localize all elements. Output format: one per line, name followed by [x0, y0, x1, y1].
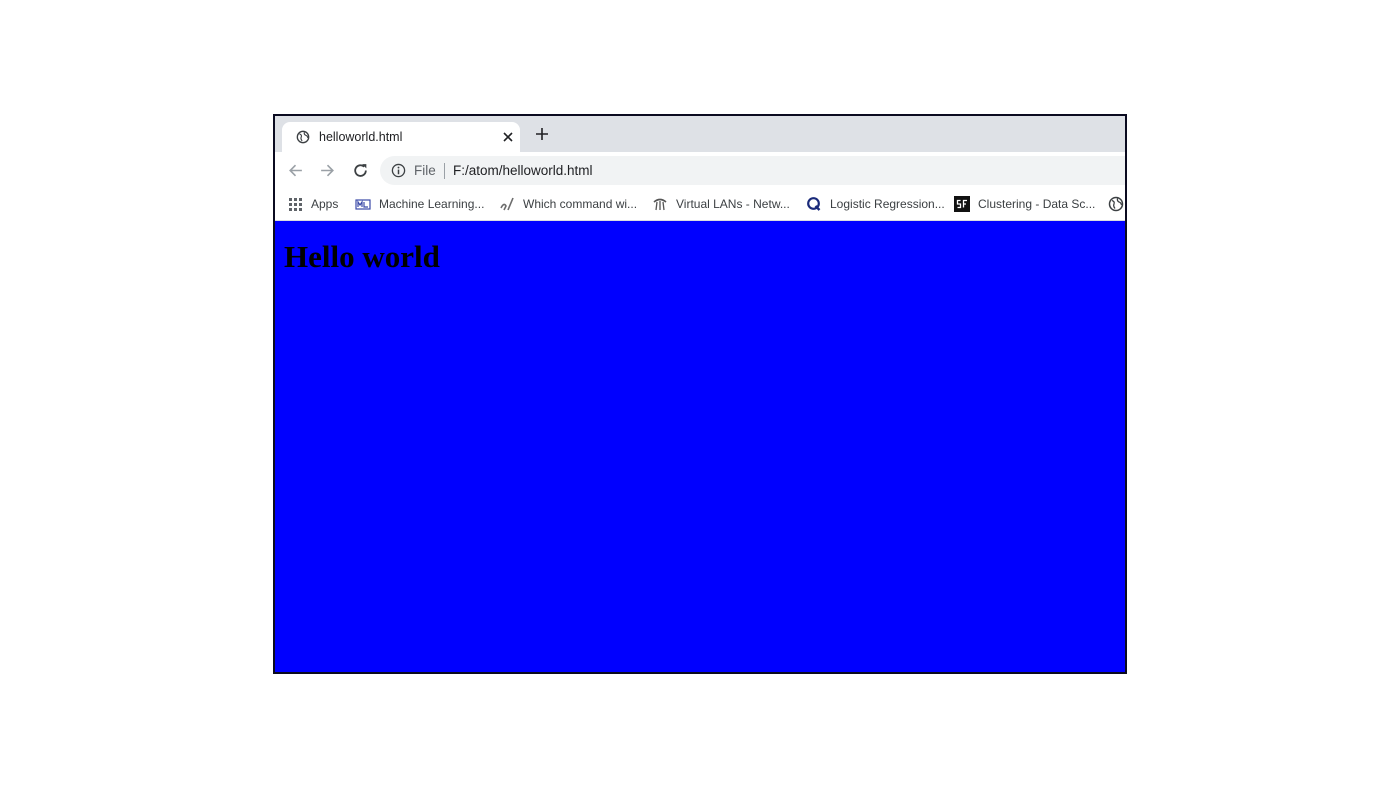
- bookmark-virtual-lans[interactable]: Virtual LANs - Netw...: [652, 195, 790, 213]
- bookmarks-bar: Apps Machine Learning... Which command w…: [275, 188, 1125, 221]
- browser-tab[interactable]: helloworld.html: [282, 122, 520, 152]
- q-logo-icon: [807, 197, 821, 211]
- bookmark-label: Clustering - Data Sc...: [978, 197, 1096, 211]
- bookmark-machine-learning[interactable]: Machine Learning...: [355, 195, 484, 213]
- machine-learning-site-icon: [355, 199, 371, 210]
- bookmark-label: Virtual LANs - Netw...: [676, 197, 790, 211]
- bookmark-apps[interactable]: Apps: [287, 195, 338, 213]
- bookmark-label: Logistic Regression...: [830, 197, 945, 211]
- page-heading: Hello world: [284, 239, 440, 274]
- bookmark-label: Machine Learning...: [379, 197, 485, 211]
- reload-icon[interactable]: [352, 162, 369, 179]
- globe-icon: [296, 130, 310, 144]
- scheme-label: File: [414, 163, 436, 178]
- tab-strip: helloworld.html: [275, 116, 1125, 152]
- back-arrow-icon[interactable]: [287, 162, 304, 179]
- omnibox-divider: [444, 163, 445, 179]
- browser-window: helloworld.html File F:/atom/helloworld.…: [273, 114, 1127, 674]
- url-text[interactable]: F:/atom/helloworld.html: [453, 163, 593, 178]
- bookmark-which-command[interactable]: Which command wi...: [499, 195, 637, 213]
- bookmark-label: Apps: [311, 197, 339, 211]
- bookmark-more[interactable]: [1108, 195, 1125, 213]
- globe-icon: [1108, 196, 1124, 212]
- toolbar: File F:/atom/helloworld.html: [275, 152, 1125, 188]
- tab-title: helloworld.html: [319, 130, 403, 144]
- address-bar[interactable]: File F:/atom/helloworld.html: [380, 156, 1125, 185]
- virtual-lans-site-icon: [653, 198, 667, 211]
- close-icon[interactable]: [500, 129, 516, 145]
- sf-logo-icon: [954, 196, 970, 212]
- bookmark-clustering[interactable]: Clustering - Data Sc...: [954, 195, 1095, 213]
- command-site-icon: [500, 197, 514, 211]
- bookmark-logistic-regression[interactable]: Logistic Regression...: [806, 195, 945, 213]
- forward-arrow-icon[interactable]: [319, 162, 336, 179]
- apps-grid-icon: [289, 198, 302, 211]
- plus-icon[interactable]: [535, 127, 549, 141]
- page-content: Hello world: [275, 221, 1125, 672]
- bookmark-label: Which command wi...: [523, 197, 638, 211]
- info-icon[interactable]: [391, 163, 406, 178]
